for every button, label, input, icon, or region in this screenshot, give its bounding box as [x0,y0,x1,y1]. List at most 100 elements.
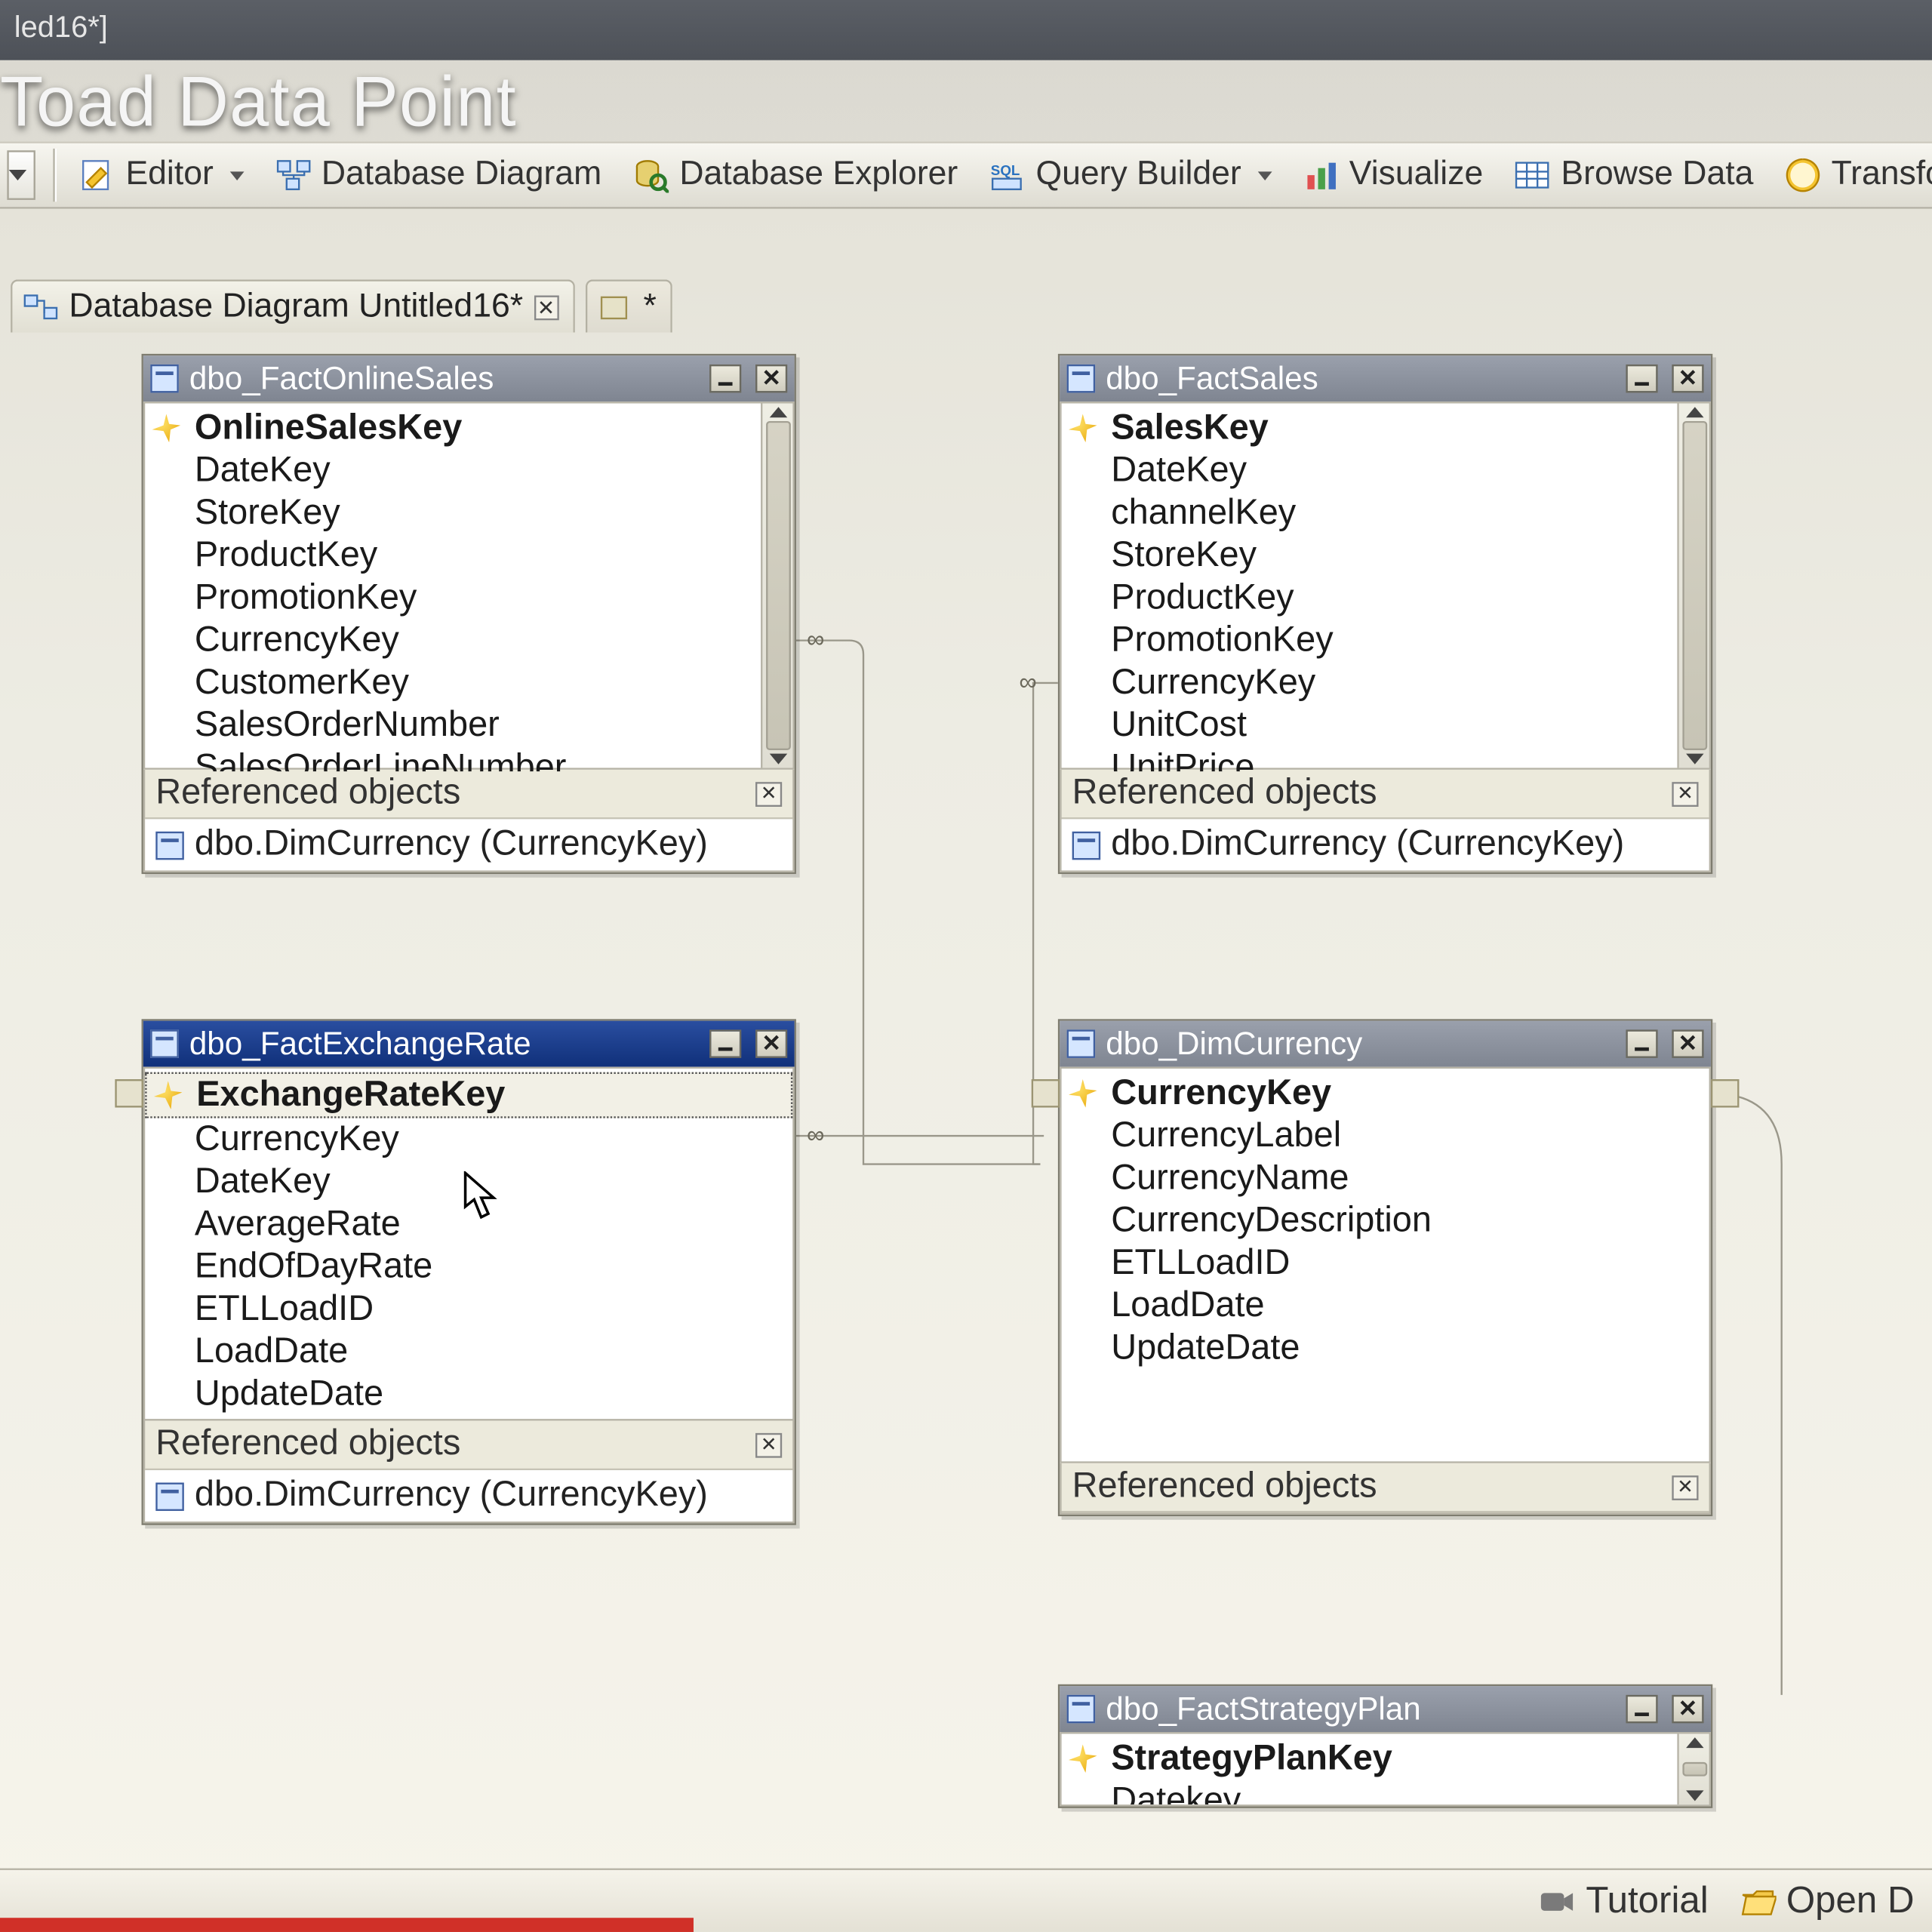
close-button[interactable]: ✕ [1672,1029,1703,1058]
db-explorer-icon [633,158,669,193]
scroll-up-icon[interactable] [1685,1737,1703,1748]
minimize-button[interactable] [1626,1695,1657,1724]
column[interactable]: ProductKey [145,534,792,577]
scroll-up-icon[interactable] [769,407,786,417]
open-link[interactable]: Open D [1740,1880,1915,1922]
table-fact-online-sales[interactable]: dbo_FactOnlineSales ✕ OnlineSalesKey Dat… [142,354,796,874]
editor-icon [79,158,115,193]
column[interactable]: UnitCost [1062,704,1709,746]
scroll-up-icon[interactable] [1685,407,1703,417]
column[interactable]: CurrencyKey [145,1118,792,1161]
close-button[interactable]: ✕ [755,365,787,393]
close-button[interactable]: ✕ [1672,365,1703,393]
referenced-item[interactable]: dbo.DimCurrency (CurrencyKey) [145,819,792,870]
column[interactable]: StoreKey [145,492,792,534]
query-builder-button[interactable]: SQL Query Builder [974,147,1287,204]
scroll-thumb[interactable] [1681,421,1706,750]
minimize-button[interactable] [709,365,741,393]
toolbar-separator [53,149,57,202]
column[interactable]: SalesOrderLineNumber [145,746,792,771]
scroll-down-icon[interactable] [1685,1790,1703,1801]
close-button[interactable]: ✕ [1672,1695,1703,1724]
minimize-button[interactable] [1626,1029,1657,1058]
table-fact-exchange-rate[interactable]: dbo_FactExchangeRate ✕ ExchangeRateKey C… [142,1019,796,1524]
column[interactable]: DateKey [145,449,792,491]
column[interactable]: CurrencyName [1062,1157,1709,1199]
column[interactable]: channelKey [1062,492,1709,534]
scroll-down-icon[interactable] [769,754,786,764]
table-fact-strategy-plan[interactable]: dbo_FactStrategyPlan ✕ StrategyPlanKey D… [1058,1684,1712,1808]
column[interactable]: ETLLoadID [1062,1242,1709,1284]
column-pk[interactable]: ExchangeRateKey [145,1072,792,1118]
query-builder-icon: SQL [989,158,1025,193]
table-titlebar[interactable]: dbo_DimCurrency ✕ [1060,1021,1711,1067]
column[interactable]: DateKey [1062,449,1709,491]
column-list[interactable]: CurrencyKey CurrencyLabel CurrencyName C… [1060,1067,1711,1463]
close-icon[interactable]: ✕ [1672,781,1698,806]
table-fact-sales[interactable]: dbo_FactSales ✕ SalesKey DateKey channel… [1058,354,1712,874]
column[interactable]: CurrencyLabel [1062,1115,1709,1157]
scrollbar[interactable] [761,404,792,768]
tutorial-link[interactable]: Tutorial [1540,1880,1708,1922]
column[interactable]: UpdateDate [1062,1327,1709,1369]
table-icon [1067,365,1096,393]
scroll-down-icon[interactable] [1685,754,1703,764]
column-list[interactable]: SalesKey DateKey channelKey StoreKey Pro… [1060,401,1711,770]
column[interactable]: UpdateDate [145,1373,792,1415]
column[interactable]: EndOfDayRate [145,1245,792,1287]
database-explorer-button[interactable]: Database Explorer [617,147,974,204]
minimize-button[interactable] [709,1029,741,1058]
column[interactable]: SalesOrderNumber [145,704,792,746]
column-list[interactable]: ExchangeRateKey CurrencyKey DateKey Aver… [143,1067,795,1421]
diagram-canvas[interactable]: Database Diagram Untitled16* ✕ * ∞ ∞ ∞ d… [0,209,1932,1932]
referenced-item[interactable]: dbo.DimCurrency (CurrencyKey) [145,1470,792,1521]
column[interactable]: Datekey [1062,1780,1709,1804]
query-builder-label: Query Builder [1035,155,1241,195]
table-dim-currency[interactable]: dbo_DimCurrency ✕ CurrencyKey CurrencyLa… [1058,1019,1712,1516]
editor-button[interactable]: Editor [63,147,259,204]
table-titlebar[interactable]: dbo_FactOnlineSales ✕ [143,355,795,401]
tab-secondary[interactable]: * [585,279,672,332]
table-titlebar[interactable]: dbo_FactSales ✕ [1060,355,1711,401]
browse-data-button[interactable]: Browse Data [1499,147,1769,204]
close-icon[interactable]: ✕ [1672,1475,1698,1500]
column-pk[interactable]: StrategyPlanKey [1062,1737,1709,1780]
scrollbar[interactable] [1677,404,1709,768]
column-list[interactable]: OnlineSalesKey DateKey StoreKey ProductK… [143,401,795,770]
column[interactable]: ProductKey [1062,577,1709,619]
diagram-icon [598,290,633,325]
column[interactable]: LoadDate [1062,1284,1709,1327]
close-button[interactable]: ✕ [755,1029,787,1058]
column[interactable]: PromotionKey [1062,620,1709,662]
column[interactable]: PromotionKey [145,577,792,619]
close-icon[interactable]: ✕ [755,1432,782,1457]
column[interactable]: StoreKey [1062,534,1709,577]
column[interactable]: CurrencyKey [145,620,792,662]
referenced-item[interactable]: dbo.DimCurrency (CurrencyKey) [1062,819,1709,870]
scrollbar[interactable] [1677,1734,1709,1804]
scroll-thumb[interactable] [765,421,790,750]
column[interactable]: ETLLoadID [145,1288,792,1331]
table-titlebar[interactable]: dbo_FactExchangeRate ✕ [143,1021,795,1067]
minimize-button[interactable] [1626,365,1657,393]
tab-diagram-untitled16[interactable]: Database Diagram Untitled16* ✕ [11,279,574,332]
column-list[interactable]: StrategyPlanKey Datekey [1060,1732,1711,1806]
table-icon [1067,1029,1096,1058]
close-icon[interactable]: ✕ [755,781,782,806]
close-icon[interactable]: ✕ [534,295,558,320]
table-titlebar[interactable]: dbo_FactStrategyPlan ✕ [1060,1686,1711,1732]
transform-button[interactable]: Transform [1770,147,1932,204]
scroll-thumb[interactable] [1681,1763,1706,1776]
column[interactable]: CurrencyDescription [1062,1199,1709,1241]
visualize-button[interactable]: Visualize [1287,147,1500,204]
column-pk[interactable]: OnlineSalesKey [145,407,792,449]
database-diagram-label: Database Diagram [321,155,601,195]
column[interactable]: CurrencyKey [1062,662,1709,704]
column-pk[interactable]: CurrencyKey [1062,1072,1709,1115]
column[interactable]: CustomerKey [145,662,792,704]
connection-dropdown[interactable] [7,150,35,200]
database-diagram-button[interactable]: Database Diagram [260,147,618,204]
column[interactable]: LoadDate [145,1331,792,1373]
column[interactable]: UnitPrice [1062,746,1709,771]
column-pk[interactable]: SalesKey [1062,407,1709,449]
